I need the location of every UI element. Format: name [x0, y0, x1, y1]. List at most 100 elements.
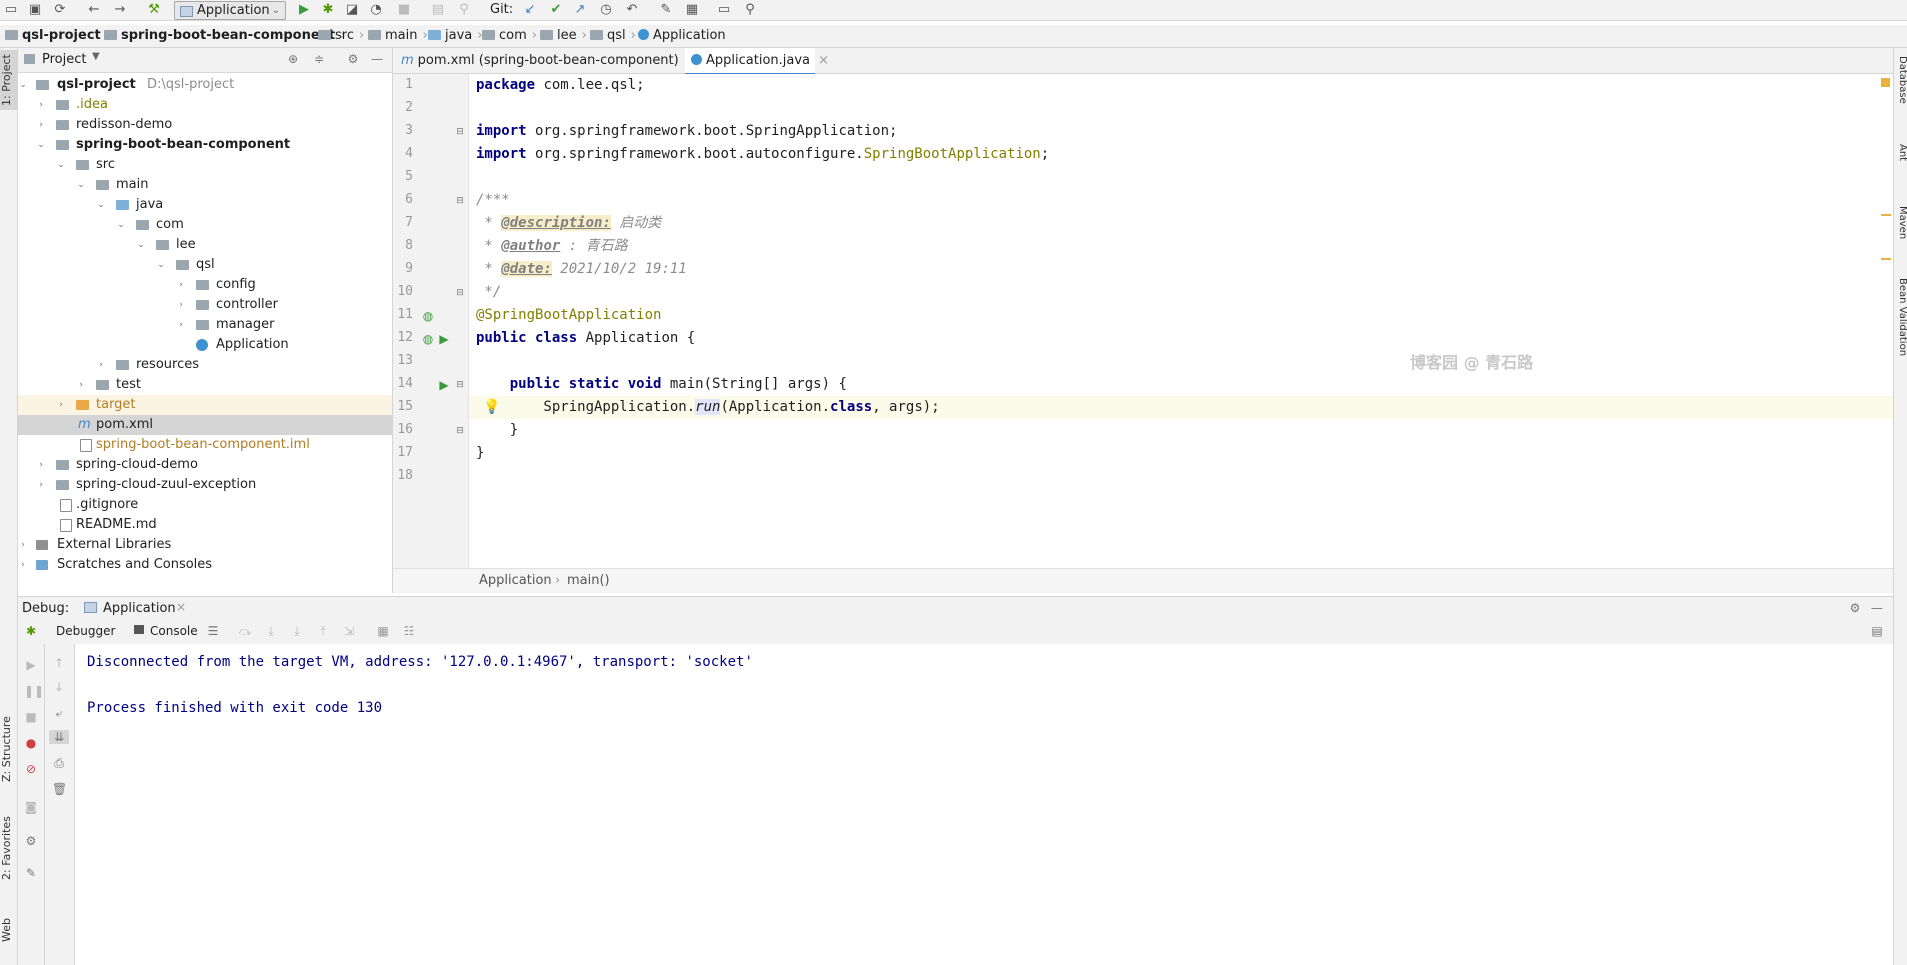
tree-node-target[interactable]: › target [18, 395, 392, 415]
collapse-all-icon[interactable]: ≑ [312, 52, 326, 66]
tab-pom-xml[interactable]: mpom.xml (spring-boot-bean-component) × [401, 48, 698, 73]
force-step-into-icon[interactable]: ⤓ [290, 624, 304, 638]
resume-icon[interactable]: ▶ [24, 658, 38, 672]
mute-breakpoints-icon[interactable]: ⊘ [24, 762, 38, 776]
hide-panel-icon[interactable]: — [370, 52, 384, 66]
tree-node-iml-file[interactable]: spring-boot-bean-component.iml [18, 435, 392, 455]
soft-wrap-icon[interactable]: ⤶ [52, 706, 66, 720]
step-over-icon[interactable]: ⤼ [238, 624, 252, 638]
chevron-right-icon[interactable]: › [18, 555, 28, 575]
run-gutter-icon[interactable]: ▶ [437, 378, 451, 392]
tree-node-test[interactable]: › test [18, 375, 392, 395]
gear-icon[interactable]: ⚙ [346, 52, 360, 66]
web-tool-tab[interactable]: Web [0, 910, 17, 950]
breadcrumb-item[interactable]: lee › [540, 28, 587, 43]
gear-icon[interactable]: ⚙ [24, 834, 38, 848]
run-gutter-icon[interactable]: ▶ [437, 332, 451, 346]
project-structure-icon[interactable]: ▦ [684, 2, 700, 18]
lightbulb-icon[interactable]: 💡 [483, 400, 500, 414]
tab-application-java[interactable]: Application.java × [685, 48, 829, 75]
coverage-icon[interactable]: ◪ [344, 2, 360, 18]
favorites-tool-tab[interactable]: 2: Favorites [0, 812, 17, 884]
chevron-down-icon[interactable]: ▼ [92, 51, 100, 62]
console-output[interactable]: Disconnected from the target VM, address… [75, 644, 1893, 965]
profile-icon[interactable]: ◔ [368, 2, 384, 18]
chevron-down-icon[interactable]: ⌄ [116, 215, 126, 235]
fold-icon[interactable]: ⊟ [453, 286, 467, 300]
evaluate-expression-icon[interactable]: ▦ [376, 624, 390, 638]
breadcrumb-item[interactable]: java › [428, 28, 482, 43]
project-tool-tab[interactable]: 1: Project [0, 50, 17, 110]
chevron-right-icon[interactable]: › [176, 295, 186, 315]
search-icon[interactable]: ⚲ [742, 2, 758, 18]
chevron-right-icon[interactable]: › [36, 95, 46, 115]
up-arrow-icon[interactable]: ↑ [52, 656, 66, 670]
trace-icon[interactable]: ☷ [402, 624, 416, 638]
project-view-title[interactable]: Project [42, 52, 86, 67]
chevron-down-icon[interactable]: ⌄ [56, 155, 66, 175]
tree-node-gitignore[interactable]: .gitignore [18, 495, 392, 515]
menu-icon[interactable]: ☰ [206, 624, 220, 638]
scroll-to-end-icon[interactable]: ⇊ [49, 730, 69, 744]
terminal-icon[interactable]: ▭ [716, 2, 732, 18]
tree-node-resources[interactable]: › resources [18, 355, 392, 375]
tree-node-spring-boot-bean-component[interactable]: ⌄ spring-boot-bean-component [18, 135, 392, 155]
debug-session-tab[interactable]: Application [103, 601, 176, 616]
stop-icon[interactable]: ■ [396, 2, 412, 18]
breadcrumb-item[interactable]: main › [368, 28, 428, 43]
structure-tool-tab[interactable]: Z: Structure [0, 710, 17, 788]
tree-node-external-libraries[interactable]: › External Libraries [18, 535, 392, 555]
tree-node-controller[interactable]: › controller [18, 295, 392, 315]
spring-bean-icon[interactable]: ◍ [421, 332, 435, 346]
fold-icon[interactable]: ⊟ [453, 424, 467, 438]
layout-icon[interactable]: ▤ [1870, 624, 1884, 638]
breadcrumb-item[interactable]: Application [638, 28, 726, 43]
tree-node-lee[interactable]: ⌄ lee [18, 235, 392, 255]
git-rollback-icon[interactable]: ↶ [624, 2, 640, 18]
search-everywhere-icon[interactable]: ⚲ [456, 2, 472, 18]
bean-validation-tool-tab[interactable]: Bean Validation [1894, 278, 1907, 378]
tree-node-spring-cloud-zuul-exception[interactable]: › spring-cloud-zuul-exception [18, 475, 392, 495]
down-arrow-icon[interactable]: ↓ [52, 680, 66, 694]
settings-wrench-icon[interactable]: ✎ [658, 2, 674, 18]
git-update-icon[interactable]: ↙ [522, 2, 538, 18]
chevron-down-icon[interactable]: ⌄ [76, 175, 86, 195]
git-history-icon[interactable]: ◷ [598, 2, 614, 18]
chevron-down-icon[interactable]: ⌄ [36, 135, 46, 155]
pin-icon[interactable]: ✎ [24, 866, 38, 880]
close-icon[interactable]: × [818, 53, 829, 68]
breadcrumb-class[interactable]: Application [479, 573, 552, 588]
chevron-right-icon[interactable]: › [76, 375, 86, 395]
chevron-right-icon[interactable]: › [176, 275, 186, 295]
tab-console[interactable]: Console [150, 624, 198, 638]
step-out-icon[interactable]: ⤒ [316, 624, 330, 638]
camera-icon[interactable]: ◙ [24, 800, 38, 814]
git-push-icon[interactable]: ↗ [572, 2, 588, 18]
breadcrumb-item[interactable]: com › [482, 28, 537, 43]
chevron-right-icon[interactable]: › [36, 475, 46, 495]
gear-icon[interactable]: ⚙ [1848, 601, 1862, 615]
breadcrumb-item[interactable]: qsl-project› [5, 28, 111, 43]
maven-tool-tab[interactable]: Maven [1894, 206, 1907, 256]
back-icon[interactable]: ← [86, 2, 102, 18]
chevron-right-icon[interactable]: › [56, 395, 66, 415]
error-stripe-mark[interactable] [1881, 258, 1891, 260]
fold-icon[interactable]: ⊟ [453, 125, 467, 139]
tree-node-manager[interactable]: › manager [18, 315, 392, 335]
forward-icon[interactable]: → [112, 2, 128, 18]
git-commit-icon[interactable]: ✔ [548, 2, 564, 18]
tree-node-java[interactable]: ⌄ java [18, 195, 392, 215]
chevron-right-icon[interactable]: › [36, 115, 46, 135]
tree-node-idea[interactable]: › .idea [18, 95, 392, 115]
chevron-right-icon[interactable]: › [176, 315, 186, 335]
run-configuration-select[interactable]: Application ⌄ [174, 1, 286, 20]
step-into-icon[interactable]: ⤓ [264, 624, 278, 638]
hide-panel-icon[interactable]: — [1870, 601, 1884, 615]
breadcrumb-method[interactable]: main() [567, 573, 610, 588]
tree-node-readme[interactable]: README.md [18, 515, 392, 535]
build-hammer-icon[interactable]: ⚒ [146, 2, 162, 18]
sync-icon[interactable]: ⟳ [52, 2, 68, 18]
fold-icon[interactable]: ⊟ [453, 194, 467, 208]
breadcrumb-item[interactable]: src › [318, 28, 364, 43]
chevron-down-icon[interactable]: ⌄ [136, 235, 146, 255]
